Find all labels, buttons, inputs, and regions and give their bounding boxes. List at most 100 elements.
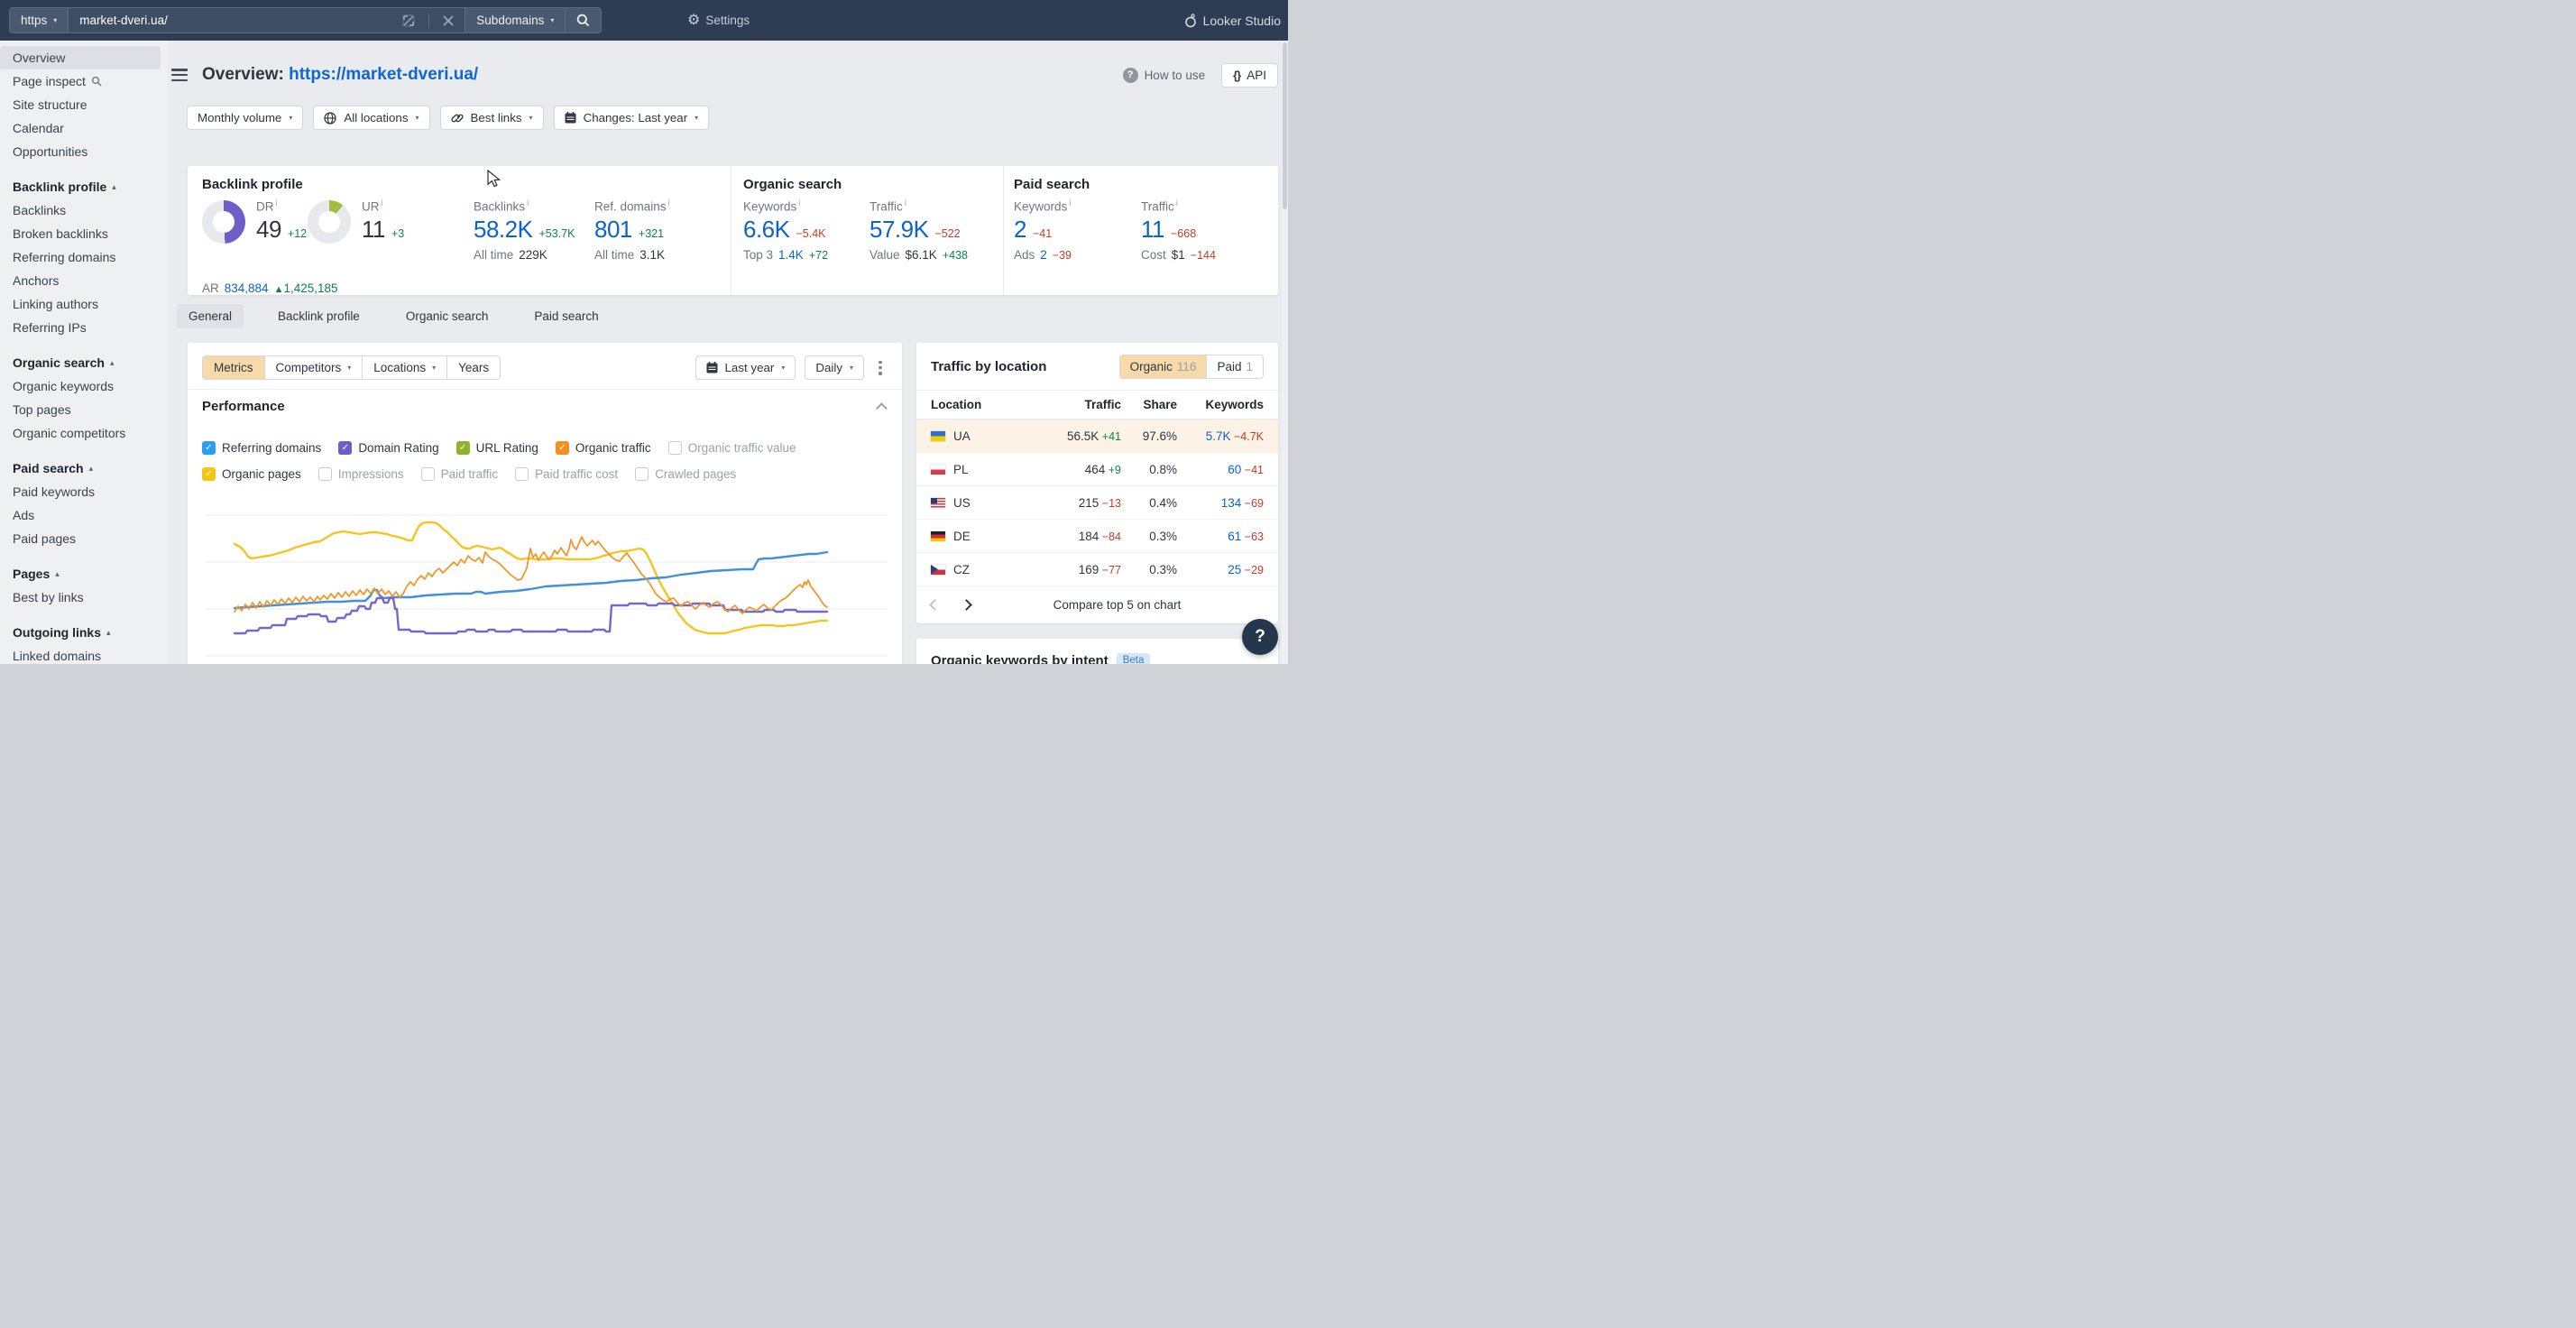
checkbox-paid-traffic[interactable]: Paid traffic [421, 467, 499, 481]
checkbox-crawled-pages[interactable]: Crawled pages [635, 467, 736, 481]
scope-dropdown[interactable]: Subdomains ▾ [465, 8, 565, 32]
checkbox-url-rating[interactable]: ✓URL Rating [456, 441, 538, 455]
backlinks-value[interactable]: 58.2K [474, 216, 532, 244]
sidebar-item-best-by-links[interactable]: Best by links [0, 586, 161, 609]
sidebar-item-overview[interactable]: Overview [0, 46, 161, 69]
more-options-icon[interactable] [873, 360, 888, 376]
checkbox-organic-traffic-value[interactable]: Organic traffic value [668, 441, 796, 455]
settings-button[interactable]: ⚙ Settings [687, 0, 750, 41]
clear-url-icon[interactable] [443, 15, 454, 26]
info-icon[interactable]: i [1069, 198, 1071, 208]
search-button[interactable] [565, 8, 601, 32]
granularity-dropdown[interactable]: Daily ▾ [805, 355, 864, 380]
info-icon[interactable]: i [905, 198, 906, 208]
how-to-use-button[interactable]: ? How to use [1123, 68, 1206, 83]
ar-value[interactable]: 834,884 [225, 281, 269, 295]
protocol-dropdown[interactable]: https ▾ [10, 8, 68, 32]
target-url-input[interactable]: market-dveri.ua/ [68, 8, 465, 32]
checkbox-impressions[interactable]: Impressions [318, 467, 404, 481]
performance-chart[interactable] [206, 496, 888, 664]
toggle-organic[interactable]: Organic116 [1120, 355, 1207, 378]
menu-toggle-icon[interactable] [171, 69, 188, 81]
sidebar-section-paid-search[interactable]: Paid search▴ [0, 456, 168, 480]
toggle-paid[interactable]: Paid1 [1206, 355, 1263, 378]
info-icon[interactable]: i [1176, 198, 1178, 208]
filter-all-locations[interactable]: All locations▾ [313, 106, 429, 130]
organic-keywords-value[interactable]: 6.6K [743, 216, 790, 244]
column-header-share[interactable]: Share [1121, 398, 1177, 411]
sidebar-section-organic-search[interactable]: Organic search▴ [0, 351, 168, 374]
organic-traffic-value[interactable]: 57.9K [869, 216, 928, 244]
sidebar-item-calendar[interactable]: Calendar [0, 116, 161, 140]
ads-value[interactable]: 2 [1040, 248, 1047, 262]
sidebar-item-ads[interactable]: Ads [0, 503, 161, 527]
compare-top5-button[interactable]: Compare top 5 on chart [971, 598, 1264, 612]
filter-best-links[interactable]: Best links▾ [440, 106, 544, 130]
segment-years[interactable]: Years [446, 356, 500, 379]
sidebar-item-broken-backlinks[interactable]: Broken backlinks [0, 222, 161, 245]
sidebar-section-backlink-profile[interactable]: Backlink profile▴ [0, 175, 168, 198]
sidebar-section-pages[interactable]: Pages▴ [0, 562, 168, 586]
sidebar-section-outgoing-links[interactable]: Outgoing links▴ [0, 621, 168, 644]
keywords-value[interactable]: 5.7K [1206, 429, 1231, 443]
segment-locations[interactable]: Locations▾ [362, 356, 446, 379]
checkbox-domain-rating[interactable]: ✓Domain Rating [338, 441, 438, 455]
table-row[interactable]: DE184 −840.3%61 −63 [916, 520, 1278, 553]
tab-paid-search[interactable]: Paid search [522, 304, 610, 328]
segment-competitors[interactable]: Competitors▾ [264, 356, 363, 379]
table-row[interactable]: US215 −130.4%134 −69 [916, 486, 1278, 520]
sidebar-item-referring-ips[interactable]: Referring IPs [0, 316, 161, 339]
tab-backlink-profile[interactable]: Backlink profile [266, 304, 372, 328]
sidebar-item-top-pages[interactable]: Top pages [0, 398, 161, 421]
looker-studio-button[interactable]: Looker Studio [1184, 0, 1281, 41]
keywords-value[interactable]: 61 [1228, 530, 1241, 543]
info-icon[interactable]: i [668, 198, 670, 208]
column-header-keywords[interactable]: Keywords [1177, 398, 1264, 411]
sidebar-item-paid-keywords[interactable]: Paid keywords [0, 480, 161, 503]
ref-domains-value[interactable]: 801 [594, 216, 632, 244]
table-row[interactable]: CZ169 −770.3%25 −29 [916, 553, 1278, 586]
sidebar-item-organic-competitors[interactable]: Organic competitors [0, 421, 161, 445]
column-header-location[interactable]: Location [931, 398, 1031, 411]
filter-changes-last-year[interactable]: Changes: Last year▾ [554, 106, 710, 130]
checkbox-referring-domains[interactable]: ✓Referring domains [202, 441, 321, 455]
sidebar-item-organic-keywords[interactable]: Organic keywords [0, 374, 161, 398]
target-domain-link[interactable]: https://market-dveri.ua/ [289, 65, 478, 84]
scrollbar-thumb[interactable] [1283, 42, 1287, 209]
prev-page-icon[interactable] [929, 599, 941, 611]
paid-keywords-value[interactable]: 2 [1014, 216, 1026, 244]
keywords-value[interactable]: 60 [1228, 463, 1241, 476]
filter-monthly-volume[interactable]: Monthly volume▾ [187, 106, 303, 130]
info-icon[interactable]: i [276, 198, 278, 208]
checkbox-paid-traffic-cost[interactable]: Paid traffic cost [515, 467, 618, 481]
api-button[interactable]: {} API [1221, 63, 1278, 88]
table-row[interactable]: UA56.5K +4197.6%5.7K −4.7K [916, 420, 1278, 453]
keywords-value[interactable]: 25 [1228, 563, 1241, 576]
sidebar-item-site-structure[interactable]: Site structure [0, 93, 161, 116]
page-scrollbar[interactable] [1282, 41, 1288, 664]
tab-general[interactable]: General [177, 304, 244, 328]
top3-value[interactable]: 1.4K [778, 248, 804, 262]
tab-organic-search[interactable]: Organic search [394, 304, 501, 328]
collapse-section-icon[interactable] [876, 402, 888, 414]
table-row[interactable]: PL464 +90.8%60 −41 [916, 453, 1278, 486]
sidebar-item-referring-domains[interactable]: Referring domains [0, 245, 161, 269]
period-dropdown[interactable]: Last year ▾ [695, 355, 796, 380]
info-icon[interactable]: i [382, 198, 383, 208]
sidebar-item-backlinks[interactable]: Backlinks [0, 198, 161, 222]
sidebar-item-linked-domains[interactable]: Linked domains [0, 644, 161, 664]
sidebar-item-anchors[interactable]: Anchors [0, 269, 161, 292]
sidebar-item-opportunities[interactable]: Opportunities [0, 140, 161, 163]
segment-metrics[interactable]: Metrics [203, 356, 264, 379]
column-header-traffic[interactable]: Traffic [1031, 398, 1121, 411]
sidebar-item-linking-authors[interactable]: Linking authors [0, 292, 161, 316]
open-external-icon[interactable] [402, 14, 415, 27]
sidebar-item-page-inspect[interactable]: Page inspect [0, 69, 161, 93]
info-icon[interactable]: i [527, 198, 529, 208]
checkbox-organic-pages[interactable]: ✓Organic pages [202, 467, 301, 481]
info-icon[interactable]: i [798, 198, 800, 208]
checkbox-organic-traffic[interactable]: ✓Organic traffic [556, 441, 651, 455]
keywords-value[interactable]: 134 [1221, 496, 1242, 510]
sidebar-item-paid-pages[interactable]: Paid pages [0, 527, 161, 550]
help-fab[interactable]: ? [1242, 619, 1278, 655]
